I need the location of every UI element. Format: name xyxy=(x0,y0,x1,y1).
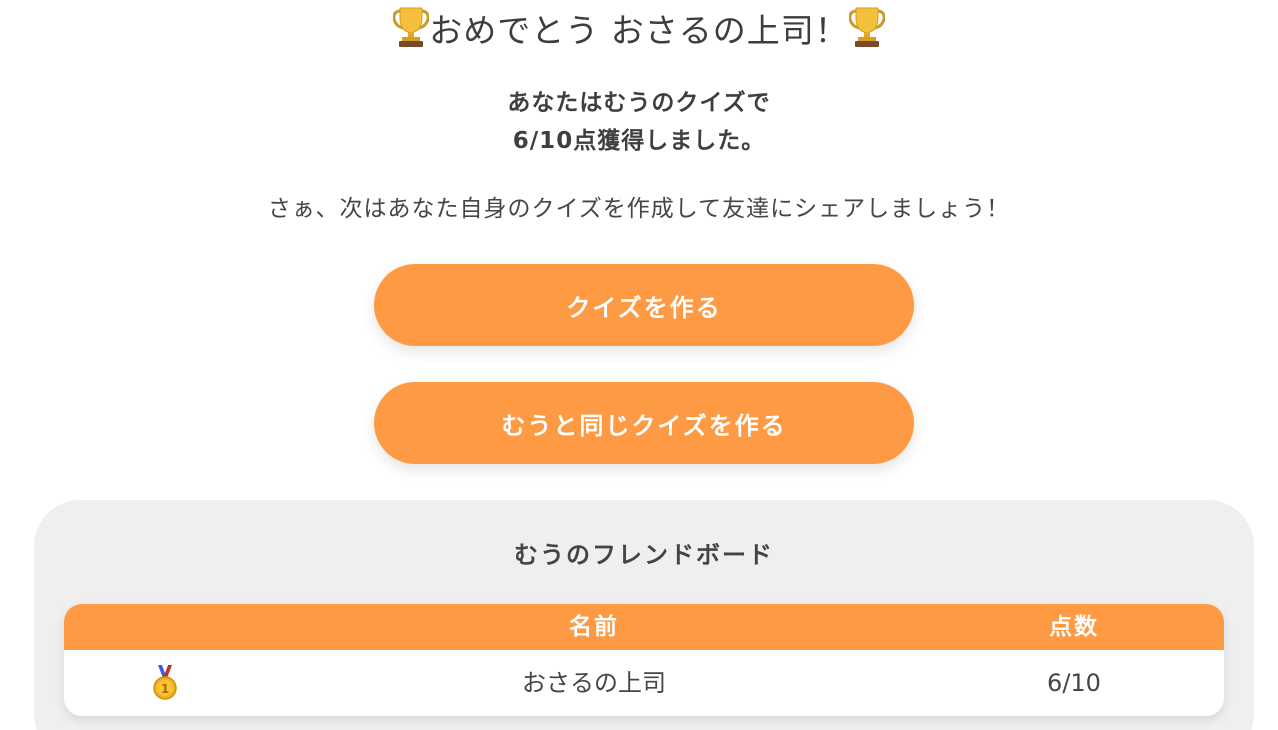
leaderboard-header: 名前 点数 xyxy=(64,604,1224,650)
create-same-quiz-button[interactable]: むうと同じクイズを作る xyxy=(374,382,914,464)
score-line-2: 6/10点獲得しました。 xyxy=(512,128,766,154)
name-column-header: 名前 xyxy=(569,614,619,640)
quiz-result-page: おめでとう おさるの上司！ あなたはむうのクイズで 6/10点獲得しました。 さ… xyxy=(0,0,1278,730)
create-quiz-button-label: クイズを作る xyxy=(566,293,722,322)
score-summary: あなたはむうのクイズで 6/10点獲得しました。 xyxy=(0,84,1278,160)
result-headline: おめでとう おさるの上司！ xyxy=(0,6,1278,56)
svg-text:1: 1 xyxy=(161,682,169,696)
create-quiz-button[interactable]: クイズを作る xyxy=(374,264,914,346)
friend-board-title: むうのフレンドボード xyxy=(514,541,774,569)
player-name: おさるの上司 xyxy=(522,669,666,697)
invite-text: さぁ、次はあなた自身のクイズを作成して友達にシェアしましょう！ xyxy=(267,196,1011,222)
friend-board: むうのフレンドボード 名前 点数 1 おさるの上司 6/10 xyxy=(34,500,1254,730)
score-column-header: 点数 xyxy=(1049,614,1099,640)
leaderboard-table: 名前 点数 1 おさるの上司 6/10 xyxy=(64,604,1224,716)
headline-text: おめでとう おさるの上司！ xyxy=(429,11,849,50)
table-row: 1 おさるの上司 6/10 xyxy=(64,650,1224,716)
score-line-1: あなたはむうのクイズで xyxy=(507,90,771,116)
trophy-icon xyxy=(392,6,430,48)
gold-medal-icon: 1 xyxy=(144,650,186,716)
player-score: 6/10 xyxy=(1047,669,1101,697)
trophy-icon xyxy=(848,6,886,48)
create-same-quiz-button-label: むうと同じクイズを作る xyxy=(501,411,787,440)
